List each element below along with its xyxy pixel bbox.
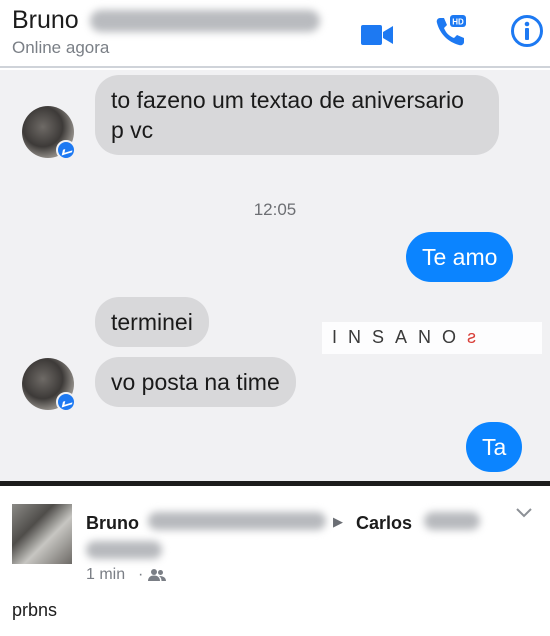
contact-avatar[interactable] (22, 106, 76, 160)
message-bubble-outgoing[interactable]: Ta (466, 422, 523, 472)
watermark: INSANOƨ (322, 322, 542, 354)
svg-text:HD: HD (452, 18, 464, 27)
recipient-surname-redaction (424, 512, 480, 530)
voice-call-hd-icon[interactable]: HD (434, 14, 468, 48)
friends-icon (148, 569, 166, 581)
contact-status: Online agora (12, 38, 110, 57)
message-bubble-incoming[interactable]: terminei (95, 297, 209, 347)
chevron-down-icon[interactable] (514, 504, 534, 522)
info-icon[interactable] (510, 14, 544, 48)
watermark-logo-glyph: ƨ (467, 327, 477, 347)
arrow-right-icon: ▶ (333, 514, 343, 529)
message-bubble-incoming[interactable]: vo posta na time (95, 357, 296, 407)
chat-header: Bruno Online agora HD (0, 0, 550, 68)
contact-surname-redaction (90, 10, 320, 32)
recipient-surname-redaction (86, 541, 162, 559)
author-avatar[interactable] (12, 504, 72, 564)
post-author-name[interactable]: Bruno (86, 513, 139, 534)
post-recipient-name[interactable]: Carlos (356, 513, 412, 534)
message-timestamp: 12:05 (253, 200, 297, 219)
messenger-badge-icon (56, 140, 76, 160)
messenger-badge-icon (56, 392, 76, 412)
author-surname-redaction (148, 512, 326, 530)
post-timestamp[interactable]: 1 min (86, 566, 125, 584)
message-bubble-incoming[interactable]: to fazeno um textao de aniversario p vc (95, 75, 499, 155)
contact-avatar[interactable] (22, 358, 76, 412)
timeline-post: Bruno ▶ Carlos 1 min · prbns (0, 486, 550, 636)
post-text: prbns (12, 600, 58, 620)
message-bubble-outgoing[interactable]: Te amo (406, 232, 514, 282)
watermark-text: INSANO (332, 327, 468, 347)
chat-thread[interactable]: to fazeno um textao de aniversario p vc … (0, 70, 550, 481)
meta-separator: · (138, 566, 144, 583)
contact-name[interactable]: Bruno (12, 6, 79, 35)
video-call-icon[interactable] (360, 18, 394, 52)
